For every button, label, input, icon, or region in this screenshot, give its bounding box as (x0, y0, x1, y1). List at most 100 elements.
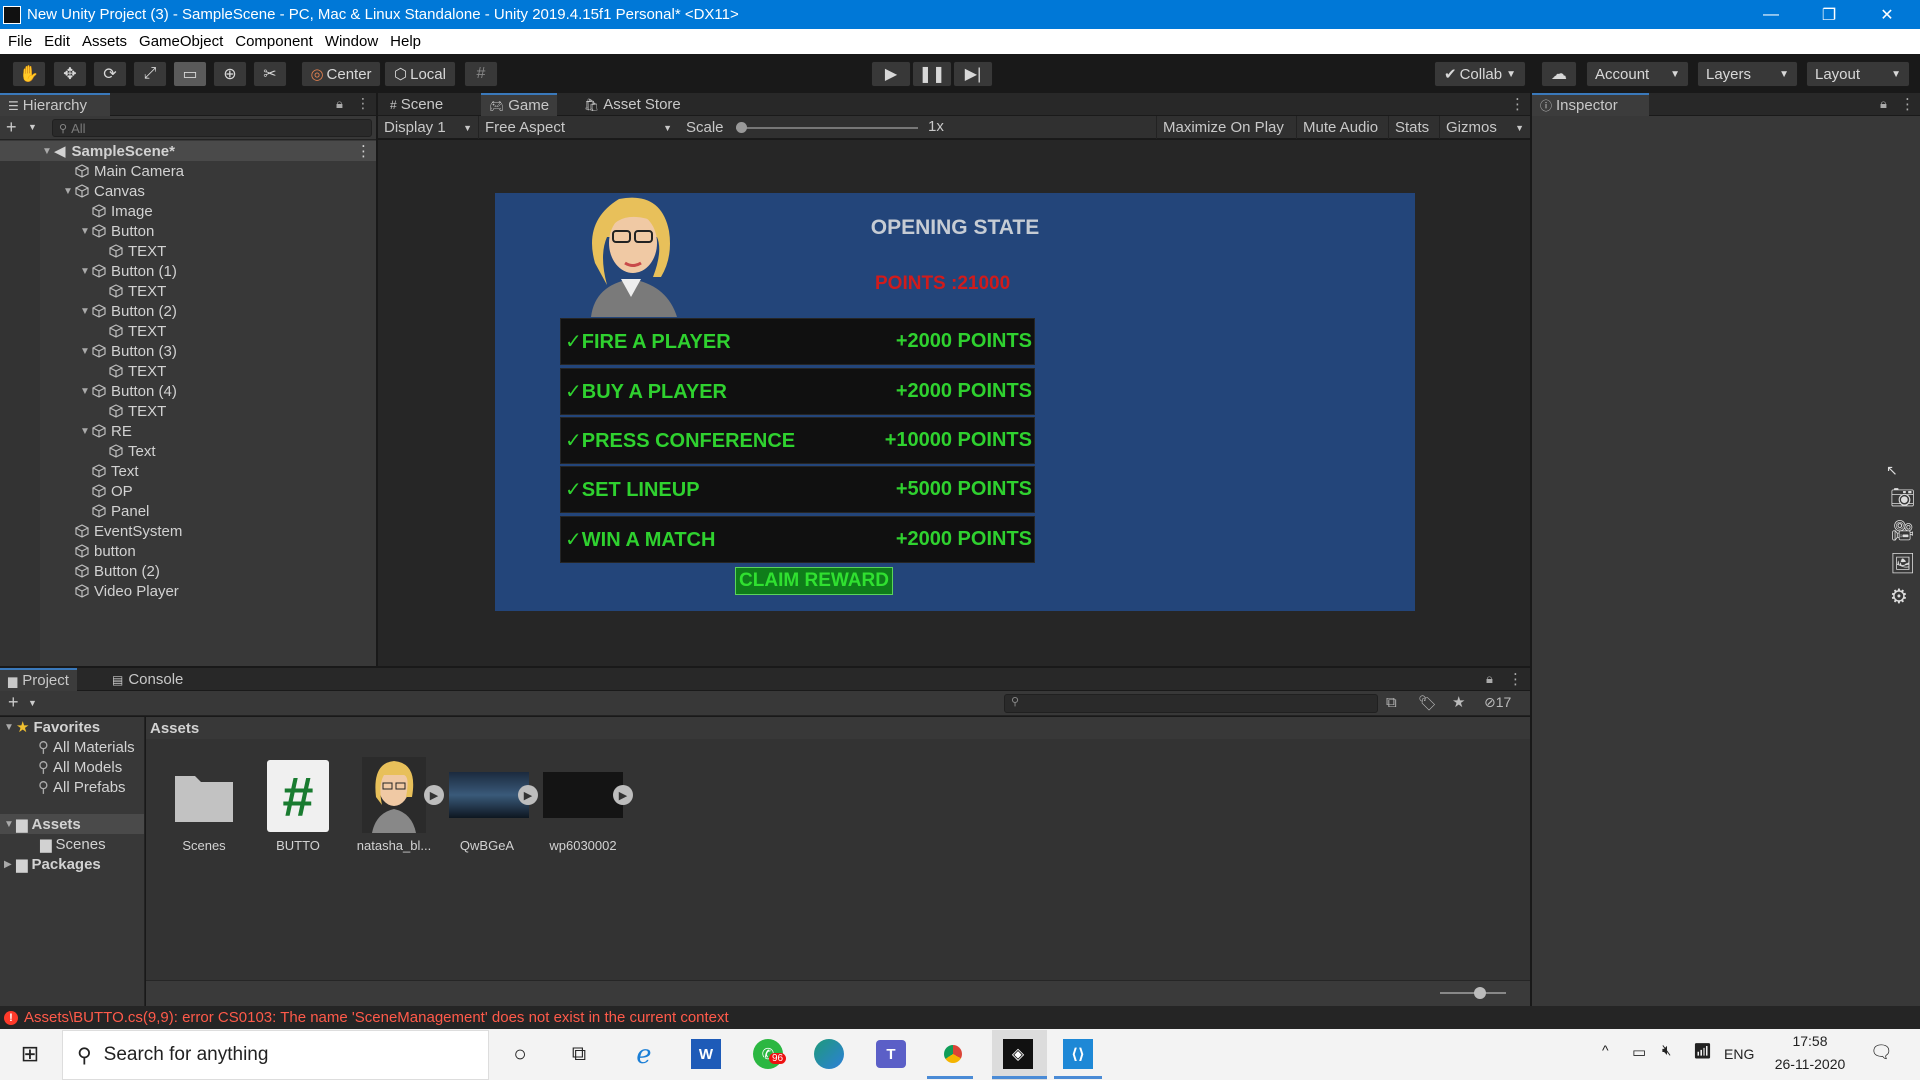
label-icon[interactable]: 🏷︎ (1418, 694, 1437, 712)
kebab-menu-icon[interactable]: ⋮ (1510, 95, 1525, 113)
close-button[interactable]: ✕ (1858, 0, 1916, 29)
menu-help[interactable]: Help (384, 33, 427, 50)
hierarchy-item[interactable]: ▼ Button (80, 221, 154, 241)
tab-project[interactable]: ▆ Project (0, 668, 77, 691)
fav-all-prefabs[interactable]: ⚲ All Prefabs (38, 777, 126, 797)
chevron-down-icon[interactable]: ▼ (28, 698, 37, 708)
expand-arrow-icon[interactable]: ▼ (80, 266, 92, 277)
hierarchy-item[interactable]: button (63, 541, 136, 561)
kebab-menu-icon[interactable]: ⋮ (356, 95, 370, 112)
hidden-packages-toggle[interactable]: ⊘17 (1484, 694, 1511, 711)
video-thumbnail[interactable] (449, 772, 529, 818)
hierarchy-item[interactable]: Panel (80, 501, 149, 521)
pause-button[interactable]: ❚❚ (912, 61, 952, 87)
expand-arrow-icon[interactable]: ▼ (80, 346, 92, 357)
unity-icon[interactable]: ◈ (1003, 1039, 1033, 1069)
menu-window[interactable]: Window (319, 33, 384, 50)
menu-edit[interactable]: Edit (38, 33, 76, 50)
hand-tool-icon[interactable]: ✋ (12, 61, 46, 87)
hierarchy-item[interactable]: ▼ Canvas (63, 181, 145, 201)
display-dropdown[interactable]: Display 1 ▼ (378, 116, 478, 139)
taskbar-search-input[interactable]: ⚲ Search for anything (62, 1030, 489, 1080)
battery-icon[interactable]: ▭ (1632, 1043, 1646, 1061)
scale-slider[interactable]: Scale 1x (680, 116, 944, 139)
hierarchy-search-input[interactable]: ⚲ All (52, 119, 372, 137)
cortana-icon[interactable]: ○ (502, 1036, 538, 1072)
hierarchy-item[interactable]: TEXT (97, 401, 166, 421)
rect-tool-icon[interactable]: ▭ (173, 61, 207, 87)
kebab-menu-icon[interactable]: ⋮ (1900, 95, 1915, 113)
expand-arrow-icon[interactable]: ▼ (80, 306, 92, 317)
task-button[interactable]: ✓PRESS CONFERENCE +10000 POINTS (560, 417, 1035, 464)
chevron-up-icon[interactable]: ^ (1602, 1042, 1609, 1058)
add-icon[interactable]: + (8, 692, 19, 713)
video-thumbnail[interactable] (543, 772, 623, 818)
csharp-script-icon[interactable]: # (267, 760, 329, 832)
hierarchy-item[interactable]: Main Camera (63, 161, 184, 181)
assets-folder-row[interactable]: ▼ ▆ Assets (0, 814, 144, 834)
hierarchy-item[interactable]: ▼ Button (2) (80, 301, 177, 321)
play-button[interactable]: ▶ (871, 61, 911, 87)
hierarchy-item[interactable]: TEXT (97, 281, 166, 301)
lock-icon[interactable]: 🔒︎ (1880, 96, 1887, 112)
hierarchy-item[interactable]: Video Player (63, 581, 179, 601)
internet-explorer-icon[interactable]: ℯ (626, 1036, 662, 1072)
language-indicator[interactable]: ENG (1724, 1046, 1754, 1062)
step-button[interactable]: ▶| (953, 61, 993, 87)
collab-dropdown[interactable]: ✔ Collab ▼ (1434, 61, 1526, 87)
transform-tool-icon[interactable]: ⊕ (213, 61, 247, 87)
hierarchy-item[interactable]: Button (2) (63, 561, 160, 581)
hierarchy-item[interactable]: ▼ Button (1) (80, 261, 177, 281)
clock-date[interactable]: 26-11-2020 (1770, 1056, 1850, 1072)
cloud-icon[interactable]: ☁ (1541, 61, 1577, 87)
packages-folder-row[interactable]: ▶ ▆ Packages (4, 854, 101, 874)
add-icon[interactable]: + (6, 117, 17, 138)
vscode-icon[interactable]: ⟨⟩ (1063, 1039, 1093, 1069)
scale-tool-icon[interactable]: ⤢ (133, 61, 167, 87)
asset-label[interactable]: Scenes (159, 838, 249, 853)
hierarchy-item[interactable]: ▼ Button (3) (80, 341, 177, 361)
windows-start-icon[interactable]: ⊞ (12, 1036, 48, 1072)
expand-arrow-icon[interactable]: ▼ (4, 722, 16, 733)
hierarchy-item[interactable]: ▼ Button (4) (80, 381, 177, 401)
favorites-row[interactable]: ▼ ★ Favorites (4, 717, 100, 737)
lock-icon[interactable]: 🔒︎ (1486, 671, 1493, 687)
maximize-on-play-toggle[interactable]: Maximize On Play (1156, 116, 1290, 139)
gizmos-dropdown[interactable]: Gizmos ▼ (1439, 116, 1530, 139)
tab-inspector[interactable]: ⓘ Inspector (1532, 93, 1649, 116)
notifications-icon[interactable]: 🗨︎ (1870, 1042, 1893, 1063)
expand-arrow-icon[interactable]: ▶ (4, 859, 16, 870)
folder-icon[interactable] (173, 768, 235, 824)
custom-tool-icon[interactable]: ✂ (253, 61, 287, 87)
expand-arrow-icon[interactable]: ▼ (80, 426, 92, 437)
asset-label[interactable]: QwBGeA (442, 838, 532, 853)
expand-arrow-icon[interactable]: ▼ (80, 226, 92, 237)
hierarchy-item[interactable]: TEXT (97, 361, 166, 381)
chevron-down-icon[interactable]: ▼ (28, 122, 37, 132)
edge-icon[interactable] (814, 1039, 844, 1069)
fav-all-models[interactable]: ⚲ All Models (38, 757, 122, 777)
hierarchy-item[interactable]: TEXT (97, 321, 166, 341)
tab-scene[interactable]: # Scene (382, 93, 451, 116)
project-breadcrumb[interactable]: Assets (146, 717, 1530, 739)
play-preview-icon[interactable]: ▶ (518, 785, 538, 805)
rotate-tool-icon[interactable]: ⟳ (93, 61, 127, 87)
asset-label[interactable]: BUTTO (253, 838, 343, 853)
hierarchy-item[interactable]: EventSystem (63, 521, 182, 541)
gear-icon[interactable]: ⚙ (1890, 584, 1908, 609)
task-button[interactable]: ✓BUY A PLAYER +2000 POINTS (560, 368, 1035, 415)
clock-time[interactable]: 17:58 (1770, 1033, 1850, 1049)
camera-icon[interactable]: 📷︎ (1890, 485, 1915, 510)
pivot-local-button[interactable]: ⬡ Local (384, 61, 456, 87)
menu-file[interactable]: File (0, 33, 38, 50)
layers-dropdown[interactable]: Layers ▼ (1697, 61, 1798, 87)
asset-label[interactable]: wp6030002 (538, 838, 628, 853)
teams-icon[interactable]: T (876, 1040, 906, 1068)
scenes-folder-row[interactable]: ▆ Scenes (40, 834, 106, 854)
layout-dropdown[interactable]: Layout ▼ (1806, 61, 1910, 87)
tab-hierarchy[interactable]: ☰ Hierarchy (0, 93, 110, 116)
chrome-icon[interactable] (938, 1039, 968, 1069)
volume-muted-icon[interactable]: 🔇︎ (1662, 1042, 1671, 1059)
claim-reward-button[interactable]: CLAIM REWARD (735, 567, 893, 595)
status-bar[interactable]: ! Assets\BUTTO.cs(9,9): error CS0103: Th… (0, 1006, 1920, 1029)
